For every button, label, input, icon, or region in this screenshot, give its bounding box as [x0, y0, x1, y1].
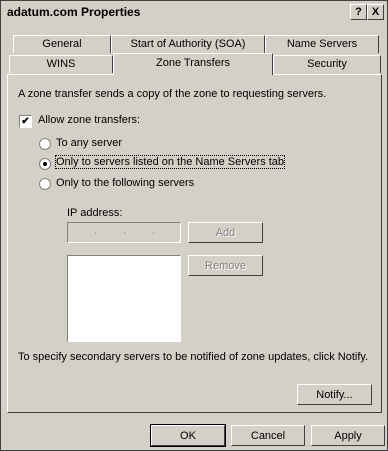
zone-transfer-description: A zone transfer sends a copy of the zone… — [18, 88, 327, 100]
window-title: adatum.com Properties — [7, 5, 141, 19]
add-button[interactable]: Add — [188, 222, 263, 243]
tab-zone-transfers[interactable]: Zone Transfers — [113, 53, 273, 75]
radio-name-servers-tab[interactable] — [39, 158, 51, 170]
tab-wins[interactable]: WINS — [9, 55, 113, 73]
properties-dialog: adatum.com Properties ? X General Start … — [0, 0, 388, 451]
remove-button[interactable]: Remove — [188, 255, 263, 276]
allow-zone-transfers-checkbox[interactable]: ✔ — [19, 115, 32, 128]
radio-name-servers-tab-label: Only to servers listed on the Name Serve… — [54, 155, 286, 169]
ip-address-label: IP address: — [67, 207, 123, 219]
radio-any-server-label: To any server — [56, 137, 123, 149]
servers-listbox[interactable] — [67, 255, 181, 342]
notify-button[interactable]: Notify... — [297, 384, 372, 405]
ok-button[interactable]: OK — [150, 424, 226, 447]
radio-any-server[interactable] — [39, 138, 51, 150]
apply-button[interactable]: Apply — [311, 425, 385, 446]
title-bar: adatum.com Properties ? X — [3, 3, 385, 21]
cancel-button[interactable]: Cancel — [231, 425, 305, 446]
tab-name-servers[interactable]: Name Servers — [265, 35, 379, 53]
help-button[interactable]: ? — [350, 4, 367, 20]
tab-start-of-authority[interactable]: Start of Authority (SOA) — [111, 35, 265, 53]
ip-address-input[interactable]: . . . — [67, 222, 181, 243]
radio-following-servers-label: Only to the following servers — [56, 177, 195, 189]
close-button[interactable]: X — [367, 4, 384, 20]
tab-general[interactable]: General — [13, 35, 111, 53]
notify-instructions: To specify secondary servers to be notif… — [18, 351, 369, 363]
tab-security[interactable]: Security — [273, 55, 381, 73]
zone-transfers-panel: A zone transfer sends a copy of the zone… — [7, 74, 382, 413]
allow-zone-transfers-label: Allow zone transfers: — [38, 114, 141, 126]
radio-following-servers[interactable] — [39, 178, 51, 190]
